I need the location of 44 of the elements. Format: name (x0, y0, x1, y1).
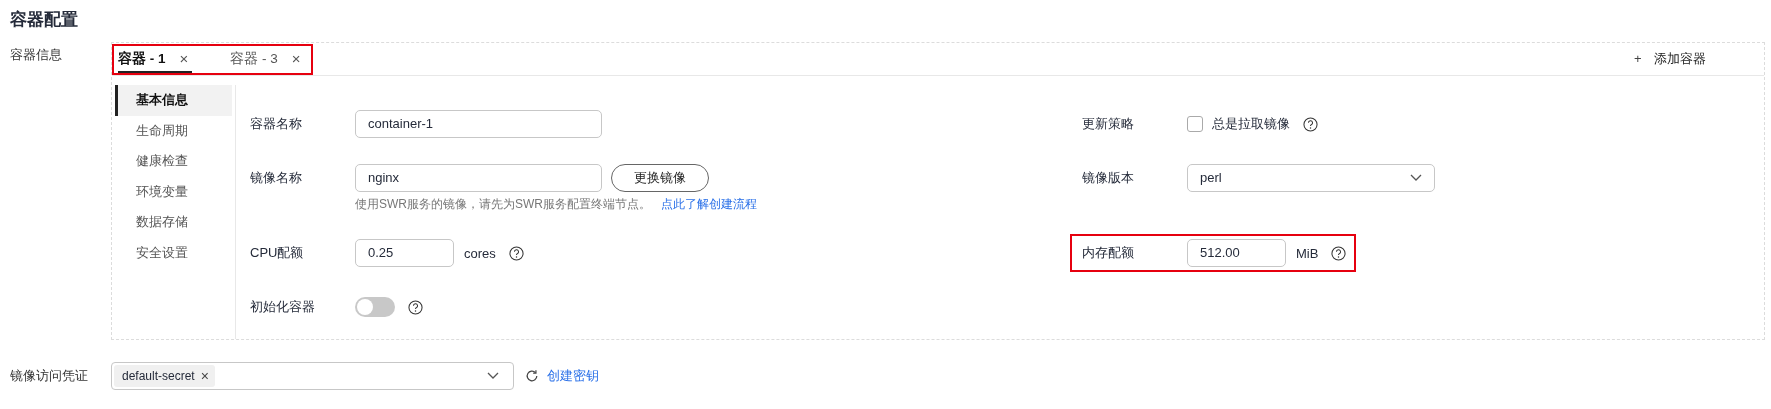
learn-more-link[interactable]: 点此了解创建流程 (661, 196, 757, 213)
help-icon[interactable] (1331, 245, 1347, 261)
help-icon[interactable] (508, 245, 524, 261)
chevron-down-icon (487, 372, 499, 380)
text-field[interactable]: nginx (355, 164, 602, 192)
sidebar-item[interactable]: 基本信息 (115, 85, 232, 116)
sidebar-item[interactable]: 数据存储 (115, 207, 232, 238)
remove-icon[interactable]: × (200, 368, 209, 384)
field-label: 镜像名称 (250, 170, 302, 185)
checkbox-label: 总是拉取镜像 (1212, 115, 1290, 133)
chevron-down-icon (1410, 174, 1422, 182)
section-title: 容器配置 (10, 9, 79, 31)
hint-text: 使用SWR服务的镜像，请先为SWR服务配置终端节点。 (355, 196, 651, 213)
text-field[interactable]: container-1 (355, 110, 602, 138)
toggle-switch[interactable] (355, 297, 395, 317)
change-image-button[interactable]: 更换镜像 (611, 164, 709, 192)
container-tab[interactable]: 容器 - 1 × (118, 46, 193, 73)
field-label: 容器名称 (250, 116, 302, 131)
number-field[interactable]: 512.00 (1187, 239, 1286, 267)
create-secret-link[interactable]: 创建密钥 (547, 367, 599, 385)
field-label: 镜像访问凭证 (10, 368, 88, 383)
help-icon[interactable] (408, 299, 423, 315)
multi-select-field[interactable]: default-secret × (111, 362, 514, 390)
sidebar-item[interactable]: 安全设置 (115, 237, 232, 268)
select-field[interactable]: perl (1187, 164, 1435, 192)
field-label: 更新策略 (1082, 116, 1134, 131)
field-label: CPU配额 (250, 245, 304, 260)
number-field[interactable]: 0.25 (355, 239, 454, 267)
field-label: 内存配额 (1082, 245, 1134, 260)
refresh-icon[interactable] (525, 369, 539, 383)
close-icon[interactable]: × (291, 50, 301, 67)
field-label: 容器信息 (10, 47, 62, 62)
secret-tag: default-secret × (114, 365, 215, 387)
sidebar-item[interactable]: 生命周期 (115, 115, 232, 146)
unit-label: MiB (1296, 245, 1319, 261)
field-label: 镜像版本 (1082, 170, 1134, 185)
checkbox[interactable] (1187, 116, 1203, 132)
sidebar-item[interactable]: 健康检查 (115, 146, 232, 177)
close-icon[interactable]: × (179, 50, 189, 67)
sidebar-item[interactable]: 环境变量 (115, 176, 232, 207)
field-label: 初始化容器 (250, 299, 315, 314)
help-icon[interactable] (1303, 116, 1318, 132)
unit-label: cores (464, 245, 496, 261)
container-tab[interactable]: 容器 - 3 × (230, 46, 305, 73)
